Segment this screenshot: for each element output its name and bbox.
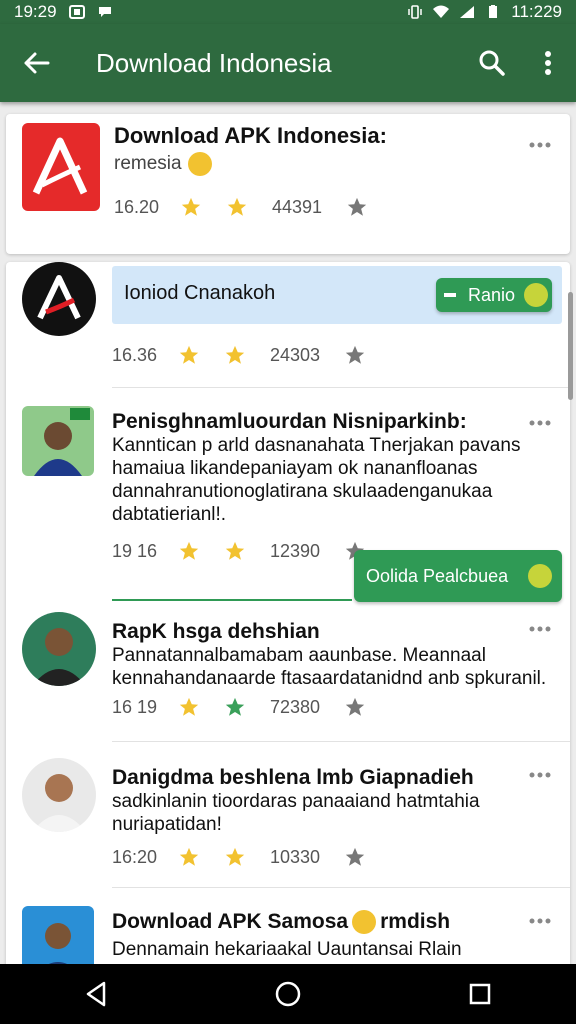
star-icon <box>227 197 247 216</box>
item-count: 10330 <box>270 846 321 867</box>
status-bar: 19:29 11:229 <box>0 0 576 24</box>
user-photo-avatar <box>22 758 96 832</box>
item-description: Pannatannalbamabam aaunbase. Meannaal ke… <box>112 645 547 689</box>
app-list-card: Ioniod Cnanakoh Ranio 16.36 24303 Penisg… <box>6 262 570 964</box>
user-photo-avatar <box>22 906 94 964</box>
key-icon <box>444 293 456 297</box>
item-title: RapK hsga dehshian <box>112 620 320 643</box>
overflow-menu-button[interactable] <box>520 24 576 102</box>
chat-icon <box>98 7 111 17</box>
search-icon <box>479 50 505 76</box>
user-photo-avatar <box>22 406 94 476</box>
star-icon <box>179 541 199 560</box>
content-list[interactable]: Download APK Indonesia: remesia 16.20 44… <box>0 102 576 964</box>
star-icon[interactable] <box>344 846 366 868</box>
featured-app-subtitle: remesia <box>114 153 182 174</box>
search-box[interactable]: Ioniod Cnanakoh Ranio <box>112 266 562 324</box>
search-input[interactable]: Ioniod Cnanakoh <box>124 282 275 305</box>
star-icon <box>225 345 245 364</box>
featured-app-meta: 16.20 44391 <box>114 196 392 218</box>
signal-icon <box>460 6 475 18</box>
more-horiz-icon[interactable] <box>528 770 552 780</box>
item-description: Kanntican p arld dasnanahata Tnerjakan p… <box>112 435 521 525</box>
star-icon <box>179 847 199 866</box>
search-go-label: Ranio <box>468 284 516 305</box>
search-go-button[interactable]: Ranio <box>436 278 552 312</box>
nav-back-button[interactable] <box>66 964 126 1024</box>
more-horiz-icon[interactable] <box>528 418 552 428</box>
star-icon[interactable] <box>346 196 368 218</box>
smile-emoji-icon <box>352 910 377 934</box>
item-description: Dennamain hekariaakal Uauntansai Rlain <box>112 939 462 960</box>
star-icon <box>181 197 201 216</box>
list-item[interactable]: Ioniod Cnanakoh Ranio 16.36 24303 <box>6 262 570 388</box>
square-recents-icon <box>469 983 491 1005</box>
nav-recents-button[interactable] <box>450 964 510 1024</box>
scrollbar[interactable] <box>568 292 573 400</box>
item-title: Penisghnamluourdan Nisniparkinb: <box>112 410 467 433</box>
item-meta: 19 16 12390 <box>112 540 390 562</box>
more-horiz-icon[interactable] <box>528 624 552 634</box>
item-description: sadkinlanin tioordaras panaaiand hatmtah… <box>112 791 480 835</box>
back-button[interactable] <box>0 24 72 102</box>
star-icon <box>225 541 245 560</box>
item-meta: 16 19 72380 <box>112 696 390 718</box>
open-details-button[interactable]: Oolida Pealcbuea <box>354 550 562 602</box>
featured-app-time: 16.20 <box>114 196 160 217</box>
item-count: 72380 <box>270 696 321 717</box>
item-meta: 16.36 24303 <box>112 344 390 366</box>
item-title: Download APK Samosa rmdish <box>112 910 451 934</box>
star-icon <box>179 345 199 364</box>
triangle-back-icon <box>86 981 106 1007</box>
vibrate-icon <box>408 5 423 19</box>
featured-app-count: 44391 <box>272 196 323 217</box>
status-time-right: 11:229 <box>511 2 562 21</box>
system-nav-bar <box>0 964 576 1024</box>
more-horiz-icon[interactable] <box>528 916 552 926</box>
star-icon[interactable] <box>344 344 366 366</box>
search-button[interactable] <box>464 24 520 102</box>
more-vert-icon <box>545 51 551 75</box>
star-icon <box>225 847 245 866</box>
apk-logo <box>22 123 100 211</box>
app-bar: Download Indonesia <box>0 24 576 102</box>
smile-emoji-icon <box>187 152 212 176</box>
apk-round-logo <box>22 262 96 336</box>
item-time: 16:20 <box>112 846 158 867</box>
item-meta: 16:20 10330 <box>112 846 390 868</box>
list-item[interactable]: RapK hsga dehshian Pannatannalbamabam aa… <box>6 600 570 742</box>
star-icon <box>225 697 245 716</box>
notification-icon <box>68 5 85 19</box>
list-item[interactable]: Download APK Samosa rmdish Dennamain hek… <box>6 888 570 964</box>
user-photo-avatar <box>22 612 96 686</box>
more-horiz-icon[interactable] <box>528 140 552 150</box>
open-details-label: Oolida Pealcbuea <box>366 565 509 586</box>
star-icon <box>179 697 199 716</box>
page-title: Download Indonesia <box>96 47 332 78</box>
item-count: 24303 <box>270 344 321 365</box>
item-title: Danigdma beshlena lmb Giapnadieh <box>112 766 474 789</box>
smile-emoji-icon <box>524 283 548 307</box>
battery-icon <box>489 5 498 18</box>
nav-home-button[interactable] <box>258 964 318 1024</box>
arrow-back-icon <box>24 52 50 74</box>
status-time-left: 19:29 <box>14 2 57 21</box>
wifi-icon <box>433 5 450 18</box>
featured-app-card[interactable]: Download APK Indonesia: remesia 16.20 44… <box>6 114 570 254</box>
item-time: 16 19 <box>112 696 158 717</box>
item-count: 12390 <box>270 540 321 561</box>
circle-home-icon <box>275 981 301 1007</box>
item-time: 19 16 <box>112 540 158 561</box>
featured-app-title: Download APK Indonesia: <box>114 123 387 148</box>
star-icon[interactable] <box>344 696 366 718</box>
smile-emoji-icon <box>528 564 552 588</box>
list-item[interactable]: Danigdma beshlena lmb Giapnadieh sadkinl… <box>6 742 570 888</box>
item-time: 16.36 <box>112 344 158 365</box>
list-item[interactable]: Penisghnamluourdan Nisniparkinb: Kanntic… <box>6 388 570 602</box>
